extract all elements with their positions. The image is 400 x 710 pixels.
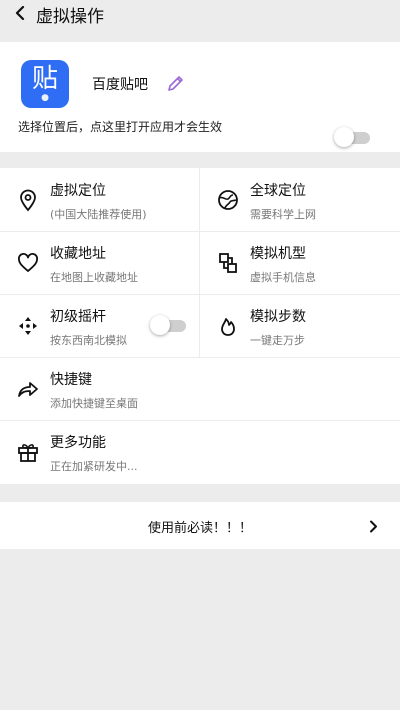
top-bar: 虚拟操作 — [0, 0, 400, 28]
app-name: 百度贴吧 — [92, 77, 148, 93]
joystick-toggle[interactable] — [150, 315, 186, 335]
feature-subtitle: 一键走万步 — [250, 334, 305, 347]
feature-virtual-location[interactable]: 虚拟定位 (中国大陆推荐使用) — [0, 168, 199, 231]
feature-saved-address[interactable]: 收藏地址 在地图上收藏地址 — [0, 231, 199, 294]
feature-title: 快捷键 — [50, 372, 92, 388]
toggle-knob — [150, 315, 170, 335]
back-arrow-icon[interactable] — [14, 6, 26, 20]
location-pin-icon — [20, 189, 36, 212]
page-title: 虚拟操作 — [36, 7, 104, 27]
feature-title: 收藏地址 — [50, 246, 106, 262]
feature-subtitle: (中国大陆推荐使用) — [50, 208, 147, 221]
feature-subtitle: 添加快捷键至桌面 — [50, 397, 138, 410]
app-activate-toggle[interactable] — [334, 127, 370, 147]
feature-title: 全球定位 — [250, 183, 306, 199]
chevron-right-icon — [370, 520, 377, 533]
feature-subtitle: 按东西南北模拟 — [50, 334, 127, 347]
feature-subtitle: 在地图上收藏地址 — [50, 271, 138, 284]
feature-simulate-steps[interactable]: 模拟步数 一键走万步 — [200, 294, 400, 357]
heart-icon — [18, 253, 38, 272]
feature-device-model[interactable]: 模拟机型 虚拟手机信息 — [200, 231, 400, 294]
feature-title: 模拟机型 — [250, 246, 306, 262]
feature-basic-joystick[interactable]: 初级摇杆 按东西南北模拟 — [0, 294, 199, 357]
feature-title: 虚拟定位 — [50, 183, 106, 199]
joystick-arrows-icon — [19, 317, 37, 335]
edit-pencil-icon[interactable] — [166, 73, 186, 93]
feature-subtitle: 需要科学上网 — [250, 208, 316, 221]
feature-more[interactable]: 更多功能 正在加紧研发中... — [0, 420, 400, 483]
feature-title: 初级摇杆 — [50, 309, 106, 325]
target-app-card: 贴 ● 百度贴吧 选择位置后，点这里打开应用才会生效 — [0, 42, 400, 152]
feature-subtitle: 虚拟手机信息 — [250, 271, 316, 284]
app-logo[interactable]: 贴 ● — [21, 60, 69, 108]
feature-grid: 虚拟定位 (中国大陆推荐使用) 全球定位 需要科学上网 收藏地址 在地图上收藏地… — [0, 168, 400, 484]
toggle-knob — [334, 127, 354, 147]
flame-icon — [221, 318, 235, 336]
gift-icon — [18, 444, 38, 462]
feature-title: 模拟步数 — [250, 309, 306, 325]
share-arrow-icon — [18, 382, 38, 397]
globe-icon — [218, 190, 238, 210]
app-logo-sub: ● — [41, 93, 49, 103]
feature-shortcut[interactable]: 快捷键 添加快捷键至桌面 — [0, 357, 400, 420]
app-logo-glyph: 贴 — [31, 64, 58, 94]
feature-global-location[interactable]: 全球定位 需要科学上网 — [200, 168, 400, 231]
feature-title: 更多功能 — [50, 435, 106, 451]
feature-subtitle: 正在加紧研发中... — [50, 460, 138, 473]
app-hint-text: 选择位置后，点这里打开应用才会生效 — [18, 120, 223, 134]
device-icon — [219, 253, 237, 273]
read-before-use-bar[interactable]: 使用前必读！！！ — [0, 502, 400, 549]
notice-label: 使用前必读！！！ — [147, 521, 252, 536]
